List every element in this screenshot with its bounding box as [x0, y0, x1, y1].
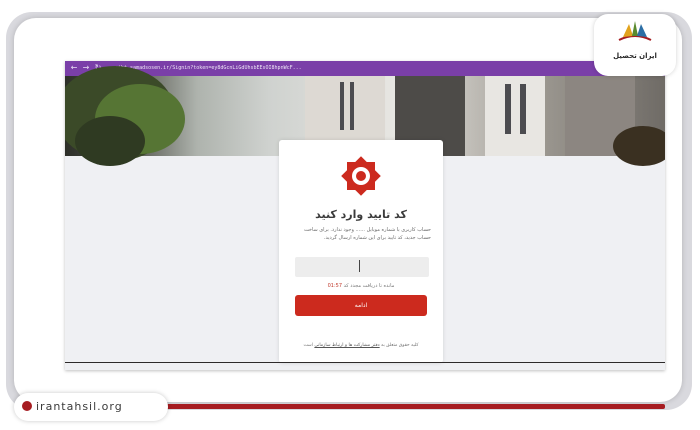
footer-bar: [160, 404, 665, 409]
book-logo-icon: [618, 21, 652, 41]
university-logo-icon: [341, 156, 381, 196]
text-caret: [359, 260, 360, 272]
timer-label: مانده تا دریافت مجدد کد: [343, 283, 395, 289]
back-button[interactable]: ←: [69, 63, 79, 73]
browser-screenshot: ← → ↻ sibt.samadsosen.ir/Signin?token=ey…: [65, 61, 665, 370]
window: [350, 82, 354, 130]
verification-code-input[interactable]: [295, 257, 429, 277]
site-name: ایران تحصیل: [613, 52, 657, 60]
footer-text: کلیه حقوق متعلق به: [381, 343, 419, 348]
globe-icon: [22, 401, 32, 411]
browser-toolbar: ← → ↻ sibt.samadsosen.ir/Signin?token=ey…: [65, 61, 665, 76]
timer-value: 01:57: [327, 283, 343, 289]
footer-note: کلیه حقوق متعلق به دفتر مشارکت ها و ارتب…: [279, 343, 443, 348]
description-text: حساب کاربری با شماره موبایل ...... وجود …: [303, 227, 431, 241]
verification-card: کد تایید وارد کنید حساب کاربری با شماره …: [279, 140, 443, 363]
window: [340, 82, 344, 130]
tree-foliage: [75, 116, 145, 166]
footer-link[interactable]: دفتر مشارکت ها و ارتباط سازمانی: [314, 343, 379, 348]
site-logo: [594, 14, 676, 76]
window: [505, 84, 511, 134]
address-bar[interactable]: sibt.samadsosen.ir/Signin?token=ey8dGcnL…: [115, 62, 555, 74]
building: [485, 76, 545, 156]
footer-suffix: است: [303, 343, 313, 348]
site-url[interactable]: irantahsil.org: [36, 398, 123, 416]
window: [520, 84, 526, 134]
continue-button[interactable]: ادامه: [295, 295, 427, 316]
resend-timer: 01:57 مانده تا دریافت مجدد کد: [279, 283, 443, 289]
tree-foliage: [613, 126, 665, 166]
page-title: کد تایید وارد کنید: [315, 208, 407, 221]
divider: [65, 362, 665, 363]
